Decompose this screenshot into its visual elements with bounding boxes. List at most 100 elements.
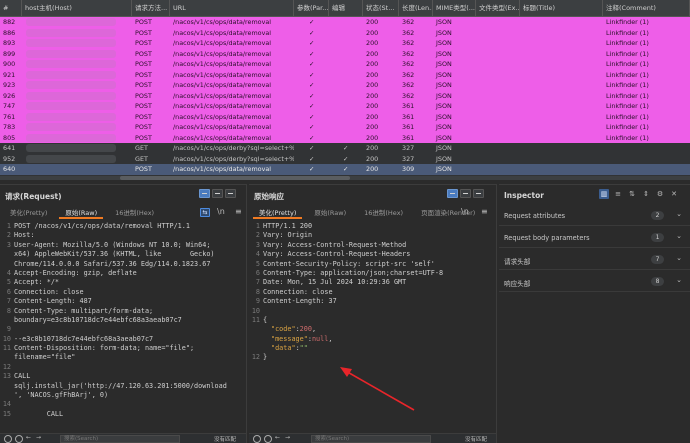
list-view-icon[interactable]: ≡ [613, 189, 623, 199]
split-view-icon[interactable] [199, 189, 210, 198]
sort-icon[interactable]: ⇕ [641, 189, 651, 199]
column-header-url[interactable]: URL [170, 0, 294, 17]
options-menu-icon[interactable]: ≡ [235, 207, 242, 216]
cell-params: ✓ [309, 28, 315, 37]
table-row[interactable]: 900 POST/nacos/v1/cs/ops/data/removal ✓ 200… [0, 59, 690, 70]
table-row[interactable]: 886 POST/nacos/v1/cs/ops/data/removal ✓ 200… [0, 27, 690, 38]
table-row[interactable]: 805 POST/nacos/v1/cs/ops/data/removal ✓ 200… [0, 132, 690, 143]
single-view-icon[interactable] [225, 189, 236, 198]
request-search-input[interactable]: 搜索(Search) [60, 435, 180, 443]
cell-num: 899 [3, 49, 16, 58]
response-editor[interactable]: 1 HTTP/1.1 200 2 Vary: Origin 3 Vary: Access-… [249, 222, 496, 431]
response-search-bar: ← → 搜索(Search) 没有匹配 [249, 433, 496, 443]
column-header-method[interactable]: 请求方法... [132, 0, 170, 17]
cell-params: ✓ [309, 70, 315, 79]
settings-icon[interactable] [253, 435, 261, 443]
column-header-status[interactable]: 状态(St... [363, 0, 399, 17]
cell-status: 200 [366, 144, 379, 152]
cell-url: /nacos/v1/cs/ops/data/removal [173, 112, 272, 121]
request-editor[interactable]: 1 POST /nacos/v1/cs/ops/data/removal HTTP… [0, 222, 246, 431]
code-line: 9 Content-Length: 37 [255, 297, 337, 306]
table-row[interactable]: 761 POST/nacos/v1/cs/ops/data/removal ✓ 200… [0, 111, 690, 122]
align-icon[interactable]: ⇅ [627, 189, 637, 199]
code-line: 1 HTTP/1.1 200 [255, 222, 313, 230]
redacted-host [26, 18, 116, 26]
column-header-extension[interactable]: 文件类型(Ex... [476, 0, 520, 17]
cell-status: 200 [366, 91, 379, 100]
cell-method: GET [135, 154, 148, 163]
redacted-host [26, 102, 116, 110]
single-view-icon[interactable] [473, 189, 484, 198]
column-header-title[interactable]: 标题(Title) [520, 0, 603, 17]
stacked-view-icon[interactable] [212, 189, 223, 198]
tab-request-pretty[interactable]: 美化(Pretty) [4, 207, 53, 219]
table-row[interactable]: 747 POST/nacos/v1/cs/ops/data/removal ✓ 200… [0, 101, 690, 112]
panel-layout-icon[interactable]: ▥ [599, 189, 609, 199]
column-header-host[interactable]: host主机(Host) [22, 0, 132, 17]
table-row[interactable]: 923 POST/nacos/v1/cs/ops/data/removal ✓ 200… [0, 80, 690, 91]
inspector-toolbar: ▥ ≡ ⇅ ⇕ ⚙ ✕ [599, 189, 679, 199]
wrap-lines-icon[interactable]: \n [461, 207, 469, 216]
options-menu-icon[interactable]: ≡ [481, 207, 488, 216]
tab-request-hex[interactable]: 16进制(Hex) [109, 207, 160, 219]
cell-status: 200 [366, 70, 379, 79]
cell-mime: JSON [436, 81, 452, 89]
cell-url: /nacos/v1/cs/ops/data/removal [173, 91, 272, 100]
column-header-edited[interactable]: 编辑 [329, 0, 363, 17]
tab-response-raw[interactable]: 原始(Raw) [308, 207, 352, 219]
table-row[interactable]: 640 POST/nacos/v1/cs/ops/data/removal ✓ ✓ 20… [0, 164, 690, 175]
column-header-number[interactable]: # [0, 0, 22, 17]
close-icon[interactable]: ✕ [669, 189, 679, 199]
column-header-length[interactable]: 长度(Len... [399, 0, 433, 17]
code-line: Chrome/114.0.0.0 Safari/537.36 Edg/114.0… [14, 259, 211, 268]
response-search-input[interactable]: 搜索(Search) [311, 435, 431, 443]
table-row[interactable]: 882 POST/nacos/v1/cs/ops/data/removal ✓ 200… [0, 17, 690, 28]
chevron-down-icon[interactable]: ⌄ [676, 210, 682, 218]
stacked-view-icon[interactable] [460, 189, 471, 198]
column-header-params[interactable]: 参数(Par... [294, 0, 329, 17]
tab-response-hex[interactable]: 16进制(Hex) [358, 207, 409, 219]
table-row[interactable]: 641 GET/nacos/v1/cs/ops/derby?sql=select+… [0, 143, 690, 154]
settings-icon[interactable] [4, 435, 12, 443]
cell-mime: JSON [436, 102, 452, 110]
table-row[interactable]: 893 POST/nacos/v1/cs/ops/data/removal ✓ 200… [0, 38, 690, 49]
code-line: 3 User-Agent: Mozilla/5.0 (Windows NT 10.… [6, 240, 211, 249]
chevron-down-icon[interactable]: ⌄ [676, 232, 682, 240]
cell-comment: Linkfinder (1) [606, 112, 649, 121]
previous-match-icon[interactable]: ← [26, 434, 31, 441]
cell-edited [340, 59, 360, 70]
help-icon[interactable] [15, 435, 23, 443]
horizontal-scrollbar[interactable] [0, 176, 690, 180]
previous-match-icon[interactable]: ← [275, 434, 280, 441]
cell-params: ✓ [309, 81, 315, 89]
search-toggle-icon[interactable]: ⇆ [200, 208, 210, 217]
table-row[interactable]: 952 GET/nacos/v1/cs/ops/derby?sql=select+… [0, 153, 690, 164]
next-match-icon[interactable]: → [285, 434, 290, 441]
tab-response-render[interactable]: 页面渲染(Render) [415, 207, 481, 219]
chevron-down-icon[interactable]: ⌄ [676, 254, 682, 262]
scrollbar-thumb[interactable] [120, 176, 350, 180]
table-row[interactable]: 921 POST/nacos/v1/cs/ops/data/removal ✓ 200… [0, 69, 690, 80]
inspector-section-response-headers[interactable]: 响应头部 8 ⌄ [499, 271, 690, 292]
tab-response-pretty[interactable]: 美化(Pretty) [253, 207, 303, 219]
inspector-section-body-parameters[interactable]: Request body parameters 1 ⌄ [499, 227, 690, 248]
settings-gear-icon[interactable]: ⚙ [655, 189, 665, 199]
inspector-section-request-headers[interactable]: 请求头部 7 ⌄ [499, 249, 690, 270]
split-view-icon[interactable] [447, 189, 458, 198]
table-row[interactable]: 899 POST/nacos/v1/cs/ops/data/removal ✓ 200… [0, 48, 690, 59]
column-header-mime[interactable]: MIME类型(... [433, 0, 476, 17]
tab-request-raw[interactable]: 原始(Raw) [59, 207, 104, 219]
cell-comment: Linkfinder (1) [606, 49, 649, 58]
column-header-comment[interactable]: 注释(Comment) [603, 0, 690, 17]
wrap-lines-icon[interactable]: \n [217, 207, 225, 216]
next-match-icon[interactable]: → [36, 434, 41, 441]
inspector-section-request-attributes[interactable]: Request attributes 2 ⌄ [499, 205, 690, 226]
cell-params: ✓ [309, 133, 315, 142]
table-row[interactable]: 926 POST/nacos/v1/cs/ops/data/removal ✓ 200… [0, 90, 690, 101]
cell-method: POST [135, 91, 152, 100]
help-icon[interactable] [264, 435, 272, 443]
cell-comment: Linkfinder (1) [606, 28, 649, 37]
cell-mime: JSON [436, 39, 452, 47]
chevron-down-icon[interactable]: ⌄ [676, 276, 682, 284]
table-row[interactable]: 783 POST/nacos/v1/cs/ops/data/removal ✓ 200… [0, 122, 690, 133]
